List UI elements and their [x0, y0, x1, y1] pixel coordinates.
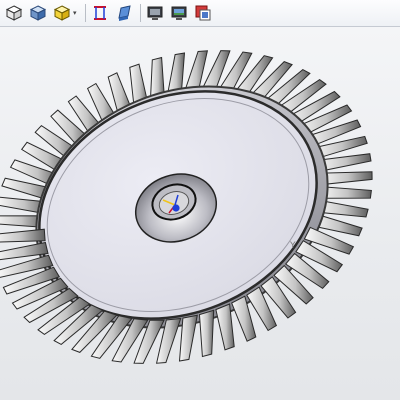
turbine-blade[interactable]: [0, 228, 46, 243]
graphics-area[interactable]: Y: [0, 27, 400, 400]
layers-icon: [195, 5, 211, 21]
monitor-scene-icon: [171, 6, 187, 20]
turbine-blade[interactable]: [178, 314, 198, 362]
hide-show-items-button[interactable]: [90, 3, 110, 23]
edit-appearance-button[interactable]: [114, 3, 134, 23]
section-view-button[interactable]: [28, 3, 48, 23]
view-settings-button[interactable]: [169, 3, 189, 23]
display-pane-button[interactable]: [193, 3, 213, 23]
turbine-blade[interactable]: [198, 309, 215, 358]
cube-icon: [5, 5, 23, 21]
section-cube-icon: [29, 5, 47, 21]
turbine-wheel-model[interactable]: Y: [0, 27, 400, 400]
display-style-dropdown-icon[interactable]: ▾: [73, 9, 79, 17]
axis-y-label: Y: [289, 241, 296, 251]
toolbar-separator: [140, 4, 141, 22]
view-orientation-button[interactable]: [4, 3, 24, 23]
display-style-button[interactable]: [52, 3, 72, 23]
triad-origin: [172, 204, 180, 212]
monitor-icon: [147, 6, 163, 20]
toolbar-separator: [85, 4, 86, 22]
shaded-cube-icon: [53, 5, 71, 21]
dimension-icon: [94, 6, 106, 20]
apply-scene-button[interactable]: [145, 3, 165, 23]
heads-up-view-toolbar: ▾: [0, 0, 400, 27]
appearance-icon: [118, 5, 131, 21]
